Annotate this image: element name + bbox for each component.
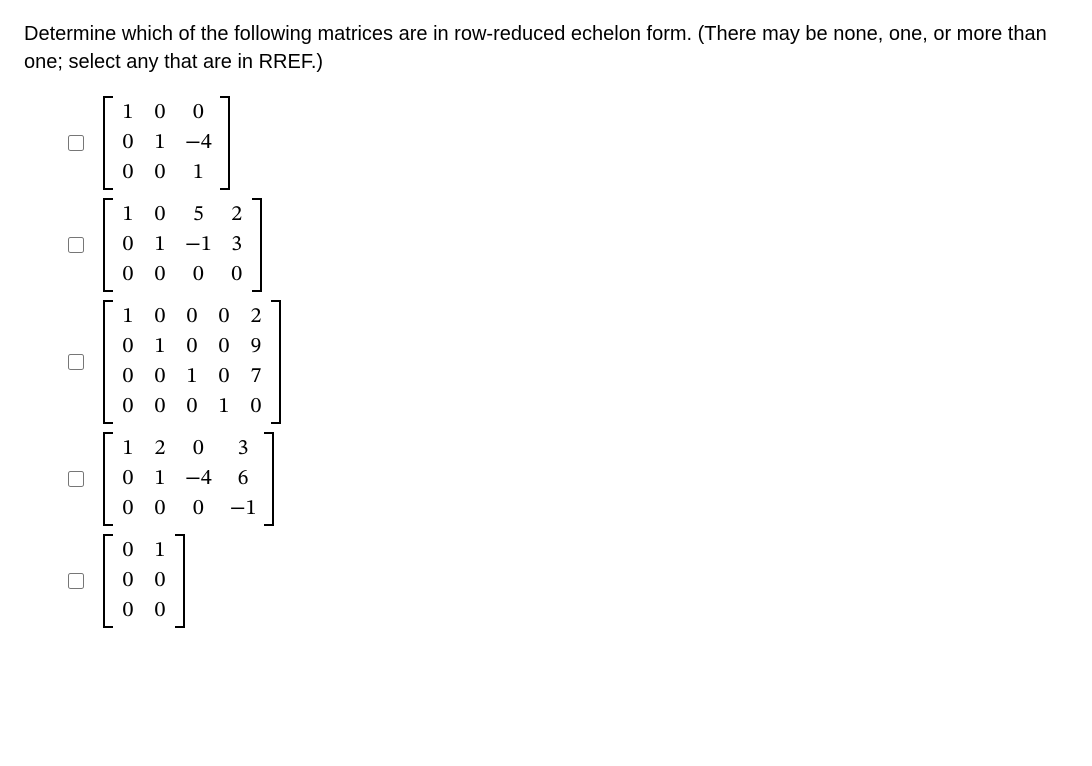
option-3[interactable]: 10002 01009 00107 00010 [64,300,1068,424]
matrix-4: 1203 01−46 000−1 [103,432,274,526]
option-4[interactable]: 1203 01−46 000−1 [64,432,1068,526]
matrix-1: 100 01−4 001 [103,96,230,190]
option-5-checkbox[interactable] [68,573,84,589]
question-text: Determine which of the following matrice… [24,20,1068,76]
option-3-checkbox[interactable] [68,354,84,370]
option-2-checkbox[interactable] [68,237,84,253]
matrix-5: 01 00 00 [103,534,185,628]
option-1[interactable]: 100 01−4 001 [64,96,1068,190]
option-2[interactable]: 1052 01−13 0000 [64,198,1068,292]
option-5[interactable]: 01 00 00 [64,534,1068,628]
matrix-3: 10002 01009 00107 00010 [103,300,281,424]
option-4-checkbox[interactable] [68,471,84,487]
matrix-2: 1052 01−13 0000 [103,198,262,292]
options-list: 100 01−4 001 1052 01−13 0000 10002 01009 [24,96,1068,628]
option-1-checkbox[interactable] [68,135,84,151]
